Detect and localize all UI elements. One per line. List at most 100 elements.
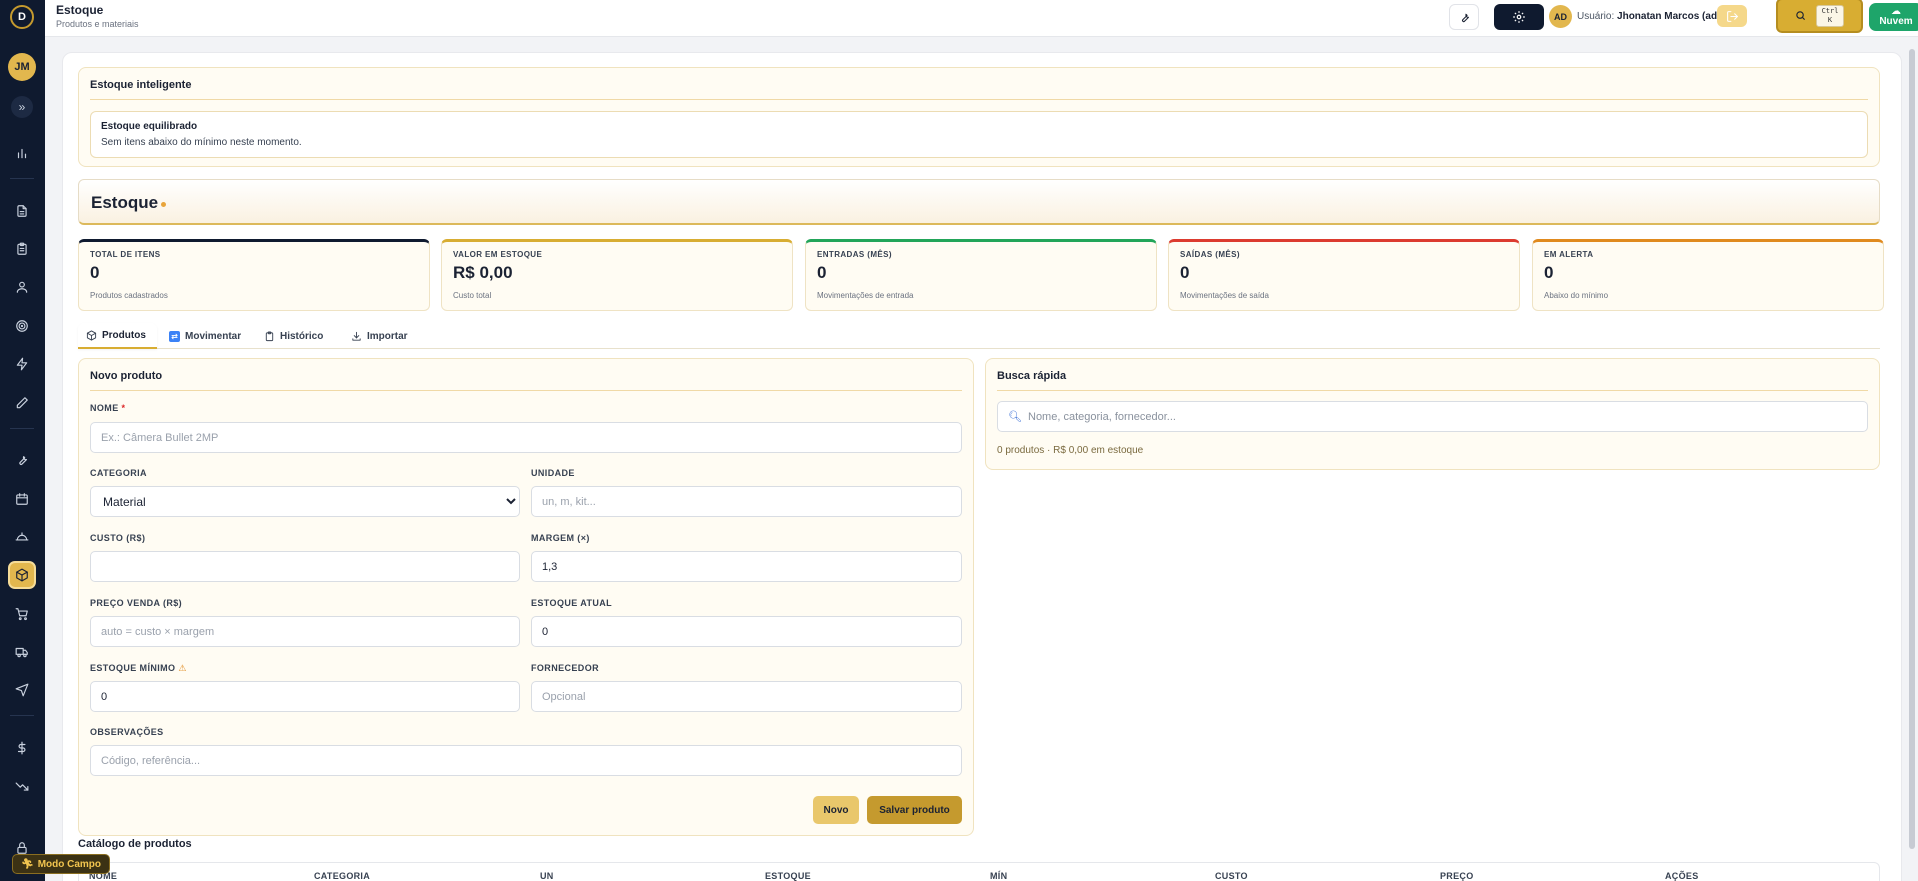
user-icon	[16, 281, 28, 293]
keyboard-shortcut: Ctrl K	[1815, 4, 1845, 27]
swap-icon: ⇄	[169, 330, 180, 342]
box-icon	[86, 329, 97, 341]
divider	[90, 390, 962, 391]
estoque-minimo-input[interactable]	[90, 681, 520, 712]
sidebar-item-orders[interactable]	[8, 235, 36, 263]
truck-icon	[15, 647, 28, 658]
sidebar-item-documents[interactable]	[8, 197, 36, 225]
column-header[interactable]: PREÇO	[1440, 871, 1474, 881]
stat-caption: Abaixo do mínimo	[1544, 291, 1609, 300]
sidebar-item-dashboard[interactable]	[8, 139, 36, 167]
stat-label: ENTRADAS (MÊS)	[817, 250, 892, 259]
clipboard-icon	[265, 330, 274, 341]
page-scrollbar[interactable]	[1906, 37, 1918, 881]
unidade-input[interactable]	[531, 486, 962, 517]
stat-label: SAÍDAS (MÊS)	[1180, 250, 1240, 259]
lightning-icon	[16, 357, 28, 371]
column-header[interactable]: CATEGORIA	[314, 871, 370, 881]
sidebar-divider	[10, 178, 34, 179]
user-avatar[interactable]: JM	[8, 53, 36, 81]
top-header: Estoque Produtos e materiais AD Usuário:…	[45, 0, 1918, 37]
smart-stock-title: Estoque inteligente	[90, 79, 192, 91]
estoque-minimo-label: ESTOQUE MÍNIMO ⚠	[90, 663, 187, 673]
page-title: Estoque	[56, 3, 104, 17]
sidebar-item-inventory[interactable]	[8, 561, 36, 589]
logout-icon	[1726, 10, 1738, 22]
tab-historico[interactable]: Histórico	[256, 323, 331, 349]
nome-input[interactable]	[90, 422, 962, 453]
margem-input[interactable]	[531, 551, 962, 582]
estoque-atual-input[interactable]	[531, 616, 962, 647]
stat-label: TOTAL DE ITENS	[90, 250, 161, 259]
quick-search-panel: Busca rápida 🔍︎ 0 produtos · R$ 0,00 em …	[985, 358, 1880, 470]
stock-status-title: Estoque equilibrado	[101, 121, 198, 132]
tab-produtos[interactable]: Produtos	[78, 323, 157, 349]
column-header[interactable]: CUSTO	[1215, 871, 1248, 881]
sidebar-item-automations[interactable]	[8, 350, 36, 378]
novo-button[interactable]: Novo	[813, 796, 859, 824]
custo-input[interactable]	[90, 551, 520, 582]
settings-button[interactable]	[1494, 4, 1544, 30]
section-banner: Estoque	[78, 179, 1880, 225]
sidebar-item-goals[interactable]	[8, 312, 36, 340]
stat-label: VALOR EM ESTOQUE	[453, 250, 543, 259]
sidebar-divider	[10, 715, 34, 716]
tab-movimentar[interactable]: ⇄ Movimentar	[161, 323, 249, 349]
modo-campo-label: Modo Campo	[37, 858, 102, 870]
scroll-thumb[interactable]	[1909, 49, 1915, 849]
column-header[interactable]: UN	[540, 871, 554, 881]
smart-stock-panel: Estoque inteligente Estoque equilibrado …	[78, 67, 1880, 167]
column-header[interactable]: MÍN	[990, 871, 1007, 881]
sidebar-item-purchases[interactable]	[8, 600, 36, 628]
salvar-produto-button[interactable]: Salvar produto	[867, 796, 962, 824]
fornecedor-input[interactable]	[531, 681, 962, 712]
stat-caption: Custo total	[453, 291, 492, 300]
admin-avatar[interactable]: AD	[1549, 5, 1572, 28]
clipboard-icon	[17, 242, 27, 255]
sidebar-item-services[interactable]	[8, 446, 36, 474]
expand-sidebar-button[interactable]: »	[11, 96, 33, 118]
column-header[interactable]: AÇÕES	[1665, 871, 1699, 881]
gear-icon	[1513, 11, 1525, 23]
sidebar-divider	[10, 428, 34, 429]
cloud-sync-button[interactable]: ☁ Nuvem	[1869, 3, 1918, 31]
app-logo[interactable]: D	[10, 5, 34, 29]
stat-value: 0	[817, 263, 827, 282]
tab-bar: Produtos ⇄ Movimentar Histórico Importar	[78, 323, 1880, 349]
stat-card: EM ALERTA 0 Abaixo do mínimo	[1532, 239, 1884, 311]
column-header[interactable]: ESTOQUE	[765, 871, 811, 881]
categoria-label: CATEGORIA	[90, 468, 147, 478]
search-icon	[1795, 11, 1805, 21]
box-icon	[16, 568, 28, 582]
observacoes-input[interactable]	[90, 745, 962, 776]
fornecedor-label: FORNECEDOR	[531, 663, 600, 673]
stat-value: R$ 0,00	[453, 263, 513, 282]
warning-icon: ⚠	[178, 663, 187, 673]
pencil-icon	[16, 397, 28, 409]
tools-button[interactable]	[1449, 4, 1479, 30]
sidebar-item-send[interactable]	[8, 676, 36, 704]
divider	[997, 390, 1868, 391]
quick-search-box[interactable]: 🔍︎	[997, 401, 1868, 432]
logout-button[interactable]	[1717, 5, 1747, 27]
categoria-select[interactable]: Material	[90, 486, 520, 517]
quick-search-title: Busca rápida	[997, 370, 1067, 382]
sidebar-item-clients[interactable]	[8, 273, 36, 301]
stock-status-text: Sem itens abaixo do mínimo neste momento…	[101, 137, 302, 148]
stat-card: SAÍDAS (MÊS) 0 Movimentações de saída	[1168, 239, 1520, 311]
global-search-button[interactable]: Ctrl K	[1776, 0, 1863, 33]
sidebar-item-calendar[interactable]	[8, 485, 36, 513]
unidade-label: UNIDADE	[531, 468, 575, 478]
modo-campo-button[interactable]: 🏃︎ Modo Campo	[12, 854, 111, 874]
quick-search-input[interactable]	[1028, 403, 1828, 430]
stat-value: 0	[90, 263, 100, 282]
wrench-icon	[19, 456, 28, 466]
sidebar-item-field[interactable]	[8, 523, 36, 551]
tab-importar[interactable]: Importar	[343, 323, 416, 349]
cart-icon	[15, 608, 28, 621]
sidebar-item-delivery[interactable]	[8, 638, 36, 666]
sidebar-item-finance[interactable]	[8, 734, 36, 762]
preco-input[interactable]	[90, 616, 520, 647]
sidebar-item-editor[interactable]	[8, 389, 36, 417]
sidebar-item-expenses[interactable]	[8, 772, 36, 800]
